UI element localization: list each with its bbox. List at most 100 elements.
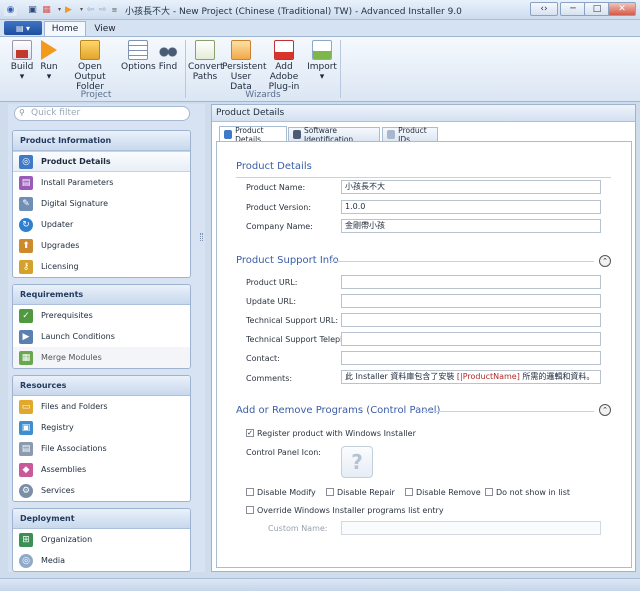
- collapse-support-info-button[interactable]: ⌃: [599, 255, 611, 267]
- sidebar-item-updater[interactable]: ↻ Updater: [13, 214, 190, 235]
- contact-field[interactable]: [341, 351, 601, 365]
- disable-modify-checkbox[interactable]: [246, 488, 254, 496]
- comments-field[interactable]: 此 Installer 資料庫包含了安裝 [|ProductName] 所需的邏…: [341, 370, 601, 384]
- media-disc-icon: ◎: [19, 553, 33, 568]
- options-button[interactable]: Options: [121, 40, 156, 72]
- convert-paths-button[interactable]: Convert Paths: [188, 40, 224, 82]
- assemblies-icon: ◆: [19, 462, 33, 477]
- save-icon[interactable]: ▣: [26, 3, 39, 16]
- sidebar-item-label: Assemblies: [41, 465, 87, 474]
- product-name-field[interactable]: 小孩長不大: [341, 180, 601, 194]
- disable-remove-checkbox[interactable]: [405, 488, 413, 496]
- build-quick-icon[interactable]: ▦: [40, 3, 53, 16]
- quick-filter-input[interactable]: Quick filter: [14, 106, 190, 121]
- do-not-show-checkbox[interactable]: [485, 488, 493, 496]
- sidebar-item-assemblies[interactable]: ◆ Assemblies: [13, 459, 190, 480]
- register-product-checkbox[interactable]: ✓: [246, 429, 254, 437]
- adobe-label: Add Adobe: [269, 62, 299, 82]
- sidebar-item-product-details[interactable]: ◎ Product Details: [13, 151, 190, 172]
- import-button[interactable]: Import ▾: [307, 40, 337, 82]
- custom-name-field[interactable]: [341, 521, 601, 535]
- tab-view[interactable]: View: [88, 21, 122, 36]
- run-quick-icon[interactable]: ▶: [62, 3, 75, 16]
- maximize-button[interactable]: □: [584, 2, 610, 16]
- sidebar-item-label: Organization: [41, 535, 93, 544]
- tech-support-url-field[interactable]: [341, 313, 601, 327]
- override-entry-checkbox[interactable]: [246, 506, 254, 514]
- override-entry-label: Override Windows Installer programs list…: [257, 506, 444, 515]
- services-gear-icon: ⚙: [19, 483, 33, 498]
- control-panel-icon-label: Control Panel Icon:: [246, 448, 322, 457]
- application-menu-button[interactable]: ▤ ▾: [4, 21, 42, 35]
- minimize-button[interactable]: ─: [560, 2, 586, 16]
- open-output-folder-button[interactable]: Open Output Folder: [64, 40, 116, 92]
- sidebar-item-services[interactable]: ⚙ Services: [13, 480, 190, 501]
- sidebar-item-merge-modules[interactable]: ▦ Merge Modules: [13, 347, 190, 368]
- window-title: 小孩長不大 - New Project (Chinese (Traditiona…: [125, 7, 462, 17]
- search-icon: ⚲: [19, 108, 25, 117]
- sidebar-item-licensing[interactable]: ⚷ Licensing: [13, 256, 190, 277]
- adobe-pdf-icon: [274, 40, 294, 60]
- collapse-add-remove-button[interactable]: ⌃: [599, 404, 611, 416]
- sidebar-item-files-and-folders[interactable]: ▭ Files and Folders: [13, 396, 190, 417]
- update-url-field[interactable]: [341, 294, 601, 308]
- panel-splitter[interactable]: [199, 104, 205, 572]
- section-header[interactable]: Resources: [13, 376, 190, 396]
- sidebar-item-prerequisites[interactable]: ✓ Prerequisites: [13, 305, 190, 326]
- section-header[interactable]: Product Information: [13, 131, 190, 151]
- import-dropdown-icon: ▾: [319, 72, 325, 82]
- sidebar-item-label: Launch Conditions: [41, 332, 115, 341]
- section-product-information: Product Information ◎ Product Details ▤ In…: [12, 130, 191, 278]
- persistent-user-data-button[interactable]: Persistent User Data: [222, 40, 267, 92]
- install-parameters-icon: ▤: [19, 175, 33, 190]
- run-dropdown-icon: ▾: [46, 72, 52, 82]
- control-panel-icon-picker[interactable]: ?: [341, 446, 373, 478]
- tab-product-ids[interactable]: Product IDs: [382, 126, 438, 144]
- launch-conditions-icon: ▶: [19, 329, 33, 344]
- product-version-field[interactable]: 1.0.0: [341, 200, 601, 214]
- custom-name-label: Custom Name:: [268, 524, 328, 533]
- close-button[interactable]: ✕: [608, 2, 636, 16]
- tab-software-identification[interactable]: Software Identification: [288, 126, 380, 144]
- tech-support-url-label: Technical Support URL:: [246, 316, 339, 325]
- registry-icon: ▣: [19, 420, 33, 435]
- section-header[interactable]: Requirements: [13, 285, 190, 305]
- find-button[interactable]: Find: [157, 40, 179, 72]
- product-url-field[interactable]: [341, 275, 601, 289]
- product-ids-tab-icon: [387, 130, 396, 139]
- company-name-field[interactable]: 金剛帶小孩: [341, 219, 601, 233]
- section-header[interactable]: Deployment: [13, 509, 190, 529]
- tech-support-phone-field[interactable]: [341, 332, 601, 346]
- splitter-grip[interactable]: [200, 233, 203, 241]
- persistent-label-2: User Data: [230, 72, 252, 92]
- section-title-add-remove: Add or Remove Programs (Control Panel): [236, 405, 441, 416]
- sidebar-item-organization[interactable]: ⊞ Organization: [13, 529, 190, 550]
- upgrades-icon: ⬆: [19, 238, 33, 253]
- sidebar-item-label: Digital Signature: [41, 199, 109, 208]
- wizards-group-label: Wizards: [245, 90, 281, 100]
- status-bar: [0, 578, 640, 591]
- sidebar-item-registry[interactable]: ▣ Registry: [13, 417, 190, 438]
- sidebar-item-file-associations[interactable]: ▤ File Associations: [13, 438, 190, 459]
- sidebar-item-label: Media: [41, 556, 66, 565]
- add-adobe-plugin-button[interactable]: Add Adobe Plug-in: [262, 40, 306, 92]
- sidebar-item-digital-signature[interactable]: ✎ Digital Signature: [13, 193, 190, 214]
- sidebar-item-launch-conditions[interactable]: ▶ Launch Conditions: [13, 326, 190, 347]
- sidebar-item-upgrades[interactable]: ⬆ Upgrades: [13, 235, 190, 256]
- convert-paths-icon: [195, 40, 215, 60]
- section-divider: [236, 177, 611, 178]
- question-mark-icon: ?: [351, 450, 363, 474]
- tab-product-details[interactable]: Product Details: [219, 126, 287, 144]
- tab-home[interactable]: Home: [44, 21, 86, 36]
- sidebar-item-install-parameters[interactable]: ▤ Install Parameters: [13, 172, 190, 193]
- app-icon[interactable]: ◉: [4, 3, 17, 16]
- sidebar-item-media[interactable]: ◎ Media: [13, 550, 190, 571]
- sidebar-item-label: Files and Folders: [41, 402, 108, 411]
- customize-quick-access-icon[interactable]: ≡: [108, 3, 121, 16]
- section-deployment: Deployment ⊞ Organization ◎ Media: [12, 508, 191, 572]
- disable-repair-checkbox[interactable]: [326, 488, 334, 496]
- restore-ribbon-button[interactable]: ‹›: [530, 2, 558, 16]
- sidebar-item-label: Prerequisites: [41, 311, 93, 320]
- build-button[interactable]: Build ▾: [8, 40, 36, 82]
- run-button[interactable]: Run ▾: [38, 40, 60, 82]
